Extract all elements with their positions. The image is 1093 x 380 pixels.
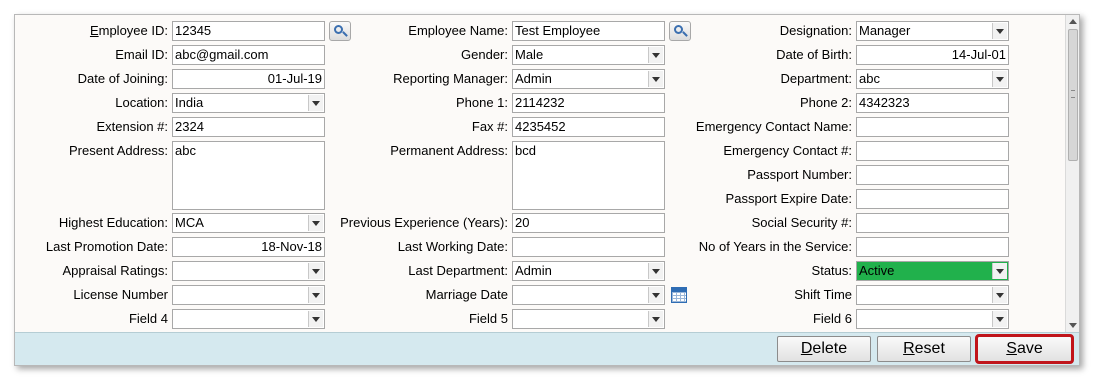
location-select[interactable]: India [172,93,325,113]
chevron-down-icon[interactable] [308,287,323,303]
reporting-manager-label: Reporting Manager: [393,71,508,86]
email-id-label: Email ID: [115,47,168,62]
present-address-input[interactable]: abc [172,141,325,210]
permanent-address-label: Permanent Address: [390,143,508,158]
date-of-birth-label: Date of Birth: [776,47,852,62]
extension-input[interactable]: 2324 [172,117,325,137]
chevron-down-icon[interactable] [308,263,323,279]
present-address-label: Present Address: [69,143,168,158]
form-footer: Delete Reset Save [15,332,1079,365]
social-security-label: Social Security #: [751,215,852,230]
reset-button[interactable]: Reset [877,336,971,362]
department-label: Department: [780,71,852,86]
last-department-label: Last Department: [408,263,508,278]
employee-id-search-button[interactable] [329,21,351,41]
appraisal-ratings-select[interactable] [172,261,325,281]
years-in-service-label: No of Years in the Service: [698,239,852,254]
social-security-input[interactable] [856,213,1009,233]
field4-select[interactable] [172,309,325,329]
phone2-label: Phone 2: [799,95,852,110]
last-working-date-label: Last Working Date: [397,239,508,254]
status-value: Active [859,263,895,278]
last-promotion-date-label: Last Promotion Date: [45,239,168,254]
chevron-down-icon[interactable] [992,71,1007,87]
shift-time-label: Shift Time [794,287,852,302]
marriage-date-label: Marriage Date [425,287,508,302]
phone1-label: Phone 1: [455,95,508,110]
passport-expire-date-label: Passport Expire Date: [725,191,852,206]
employee-id-label-accel: E [89,23,99,38]
chevron-down-icon[interactable] [992,311,1007,327]
scroll-up-arrow-icon[interactable] [1069,19,1077,24]
field6-label: Field 6 [812,311,852,326]
emergency-contact-name-label: Emergency Contact Name: [695,119,852,134]
employee-form: Employee ID: 12345 Employee Name: Test E… [14,14,1080,366]
chevron-down-icon[interactable] [308,95,323,111]
years-in-service-input[interactable] [856,237,1009,257]
passport-number-label: Passport Number: [747,167,852,182]
extension-label: Extension #: [96,119,168,134]
vertical-scrollbar[interactable] [1065,15,1079,332]
gender-value: Male [515,47,544,62]
emergency-contact-name-input[interactable] [856,117,1009,137]
designation-select[interactable]: Manager [856,21,1009,41]
save-button[interactable]: Save [975,334,1074,364]
chevron-down-icon[interactable] [992,23,1007,39]
employee-id-label: Employee ID: [15,21,168,41]
designation-value: Manager [859,23,911,38]
email-id-input[interactable]: abc@gmail.com [172,45,325,65]
shift-time-select[interactable] [856,285,1009,305]
fax-label: Fax #: [471,119,508,134]
scroll-down-arrow-icon[interactable] [1069,323,1077,328]
chevron-down-icon[interactable] [992,263,1007,279]
department-value: abc [859,71,880,86]
appraisal-ratings-label: Appraisal Ratings: [62,263,169,278]
phone2-input[interactable]: 4342323 [856,93,1009,113]
reporting-manager-value: Admin [515,71,552,86]
passport-expire-date-input[interactable] [856,189,1009,209]
delete-button[interactable]: Delete [777,336,871,362]
field5-label: Field 5 [468,311,508,326]
department-select[interactable]: abc [856,69,1009,89]
highest-education-select[interactable]: MCA [172,213,325,233]
emergency-contact-no-label: Emergency Contact #: [723,143,852,158]
license-number-label: License Number [73,287,168,302]
gender-label: Gender: [461,47,508,62]
chevron-down-icon[interactable] [992,287,1007,303]
previous-experience-label: Previous Experience (Years): [340,215,508,230]
highest-education-label: Highest Education: [58,215,168,230]
last-promotion-date-input[interactable]: 18-Nov-18 [172,237,325,257]
employee-id-input[interactable]: 12345 [172,21,325,41]
status-select[interactable]: Active [856,261,1009,281]
employee-id-label-rest: mployee ID: [98,23,168,38]
status-label: Status: [811,263,852,278]
emergency-contact-no-input[interactable] [856,141,1009,161]
date-of-joining-input[interactable]: 01-Jul-19 [172,69,325,89]
highest-education-value: MCA [175,215,204,230]
designation-label: Designation: [779,23,852,38]
employee-name-label: Employee Name: [408,23,508,38]
location-value: India [175,95,204,110]
last-department-value: Admin [515,263,552,278]
license-number-select[interactable] [172,285,325,305]
passport-number-input[interactable] [856,165,1009,185]
date-of-joining-label: Date of Joining: [77,71,168,86]
location-label: Location: [115,95,168,110]
chevron-down-icon[interactable] [308,311,323,327]
scroll-thumb[interactable] [1068,29,1078,161]
field4-label: Field 4 [128,311,168,326]
field6-select[interactable] [856,309,1009,329]
date-of-birth-input[interactable]: 14-Jul-01 [856,45,1009,65]
